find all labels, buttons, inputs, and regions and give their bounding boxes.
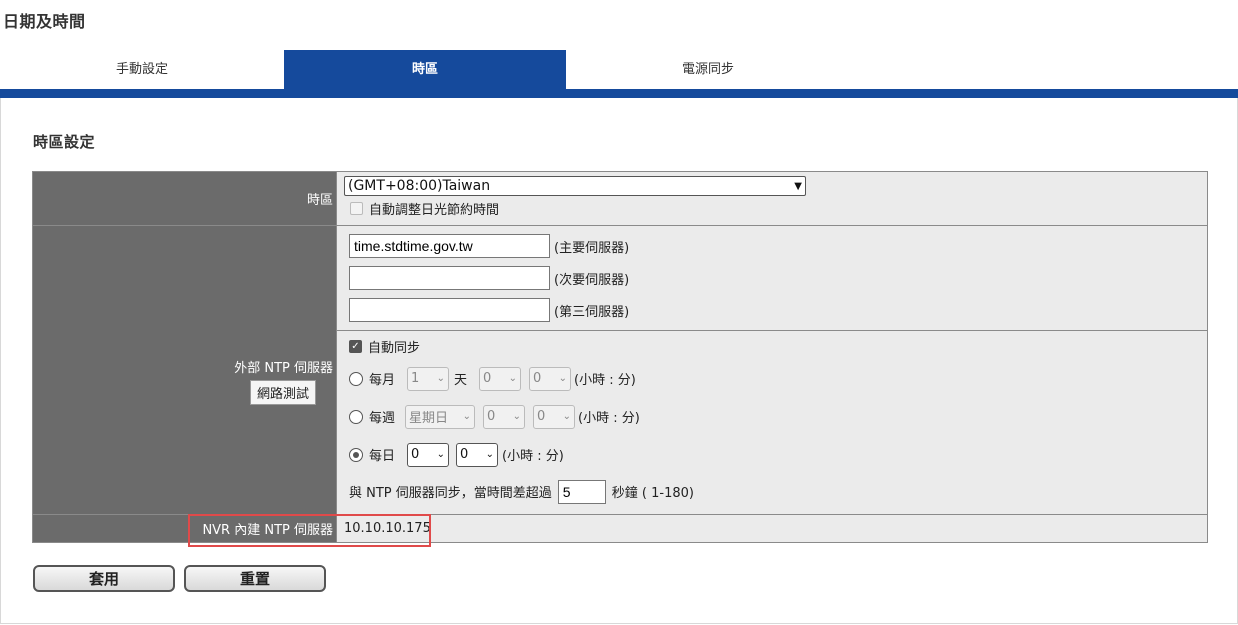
monthly-label: 每月 [369, 373, 396, 388]
monthly-minute-value: 0 [533, 371, 542, 386]
apply-button[interactable]: 套用 [33, 565, 175, 592]
internal-ntp-value: 10.10.10.175 [336, 514, 1208, 543]
weekly-hour-value: 0 [487, 409, 496, 424]
tab-power-sync[interactable]: 電源同步 [566, 50, 850, 89]
chevron-down-icon: ⌄ [485, 449, 495, 460]
timezone-label: 時區 [32, 171, 337, 226]
threshold-prefix: 與 NTP 伺服器同步，當時間差超過 [349, 486, 552, 501]
daily-minute-value: 0 [460, 447, 469, 462]
chevron-down-icon: ⌄ [436, 449, 446, 460]
tertiary-ntp-input[interactable] [349, 298, 550, 322]
threshold-suffix: 秒鐘 ( 1-180) [611, 486, 694, 501]
chevron-down-icon: ⌄ [512, 411, 522, 422]
threshold-input[interactable] [557, 479, 606, 504]
daily-radio[interactable] [349, 447, 363, 462]
chevron-down-icon: ▼ [794, 180, 802, 192]
monthly-day-select[interactable]: 1 ⌄ [407, 366, 450, 391]
section-title: 時區設定 [33, 133, 96, 151]
chevron-down-icon: ⌄ [436, 373, 446, 384]
secondary-ntp-label: (次要伺服器) [554, 272, 630, 288]
dst-label: 自動調整日光節約時間 [369, 203, 500, 218]
timezone-select-value: (GMT+08:00)Taiwan [348, 178, 491, 194]
weekly-label: 每週 [369, 411, 396, 426]
daily-unit: (小時 : 分) [502, 449, 564, 464]
tab-bar: 手動設定 時區 電源同步 [0, 50, 1238, 89]
primary-ntp-input[interactable] [349, 234, 550, 258]
ntp-label-cell: 外部 NTP 伺服器 網路測試 [32, 225, 337, 515]
monthly-minute-select[interactable]: 0 ⌄ [529, 366, 572, 391]
chevron-down-icon: ⌄ [462, 411, 472, 422]
tab-manual[interactable]: 手動設定 [0, 50, 284, 89]
reset-button[interactable]: 重置 [184, 565, 326, 592]
monthly-hour-value: 0 [483, 371, 492, 386]
chevron-down-icon: ⌄ [558, 373, 568, 384]
primary-ntp-label: (主要伺服器) [554, 240, 630, 256]
monthly-day-value: 1 [411, 371, 420, 386]
page-title: 日期及時間 [3, 12, 86, 31]
timezone-select[interactable]: (GMT+08:00)Taiwan ▼ [344, 176, 806, 196]
weekly-hour-select[interactable]: 0 ⌄ [483, 404, 526, 429]
weekly-minute-value: 0 [537, 409, 546, 424]
auto-sync-label: 自動同步 [368, 341, 421, 356]
tab-underline [0, 89, 1238, 98]
weekly-day-select[interactable]: 星期日 ⌄ [405, 404, 476, 429]
monthly-radio[interactable] [349, 371, 363, 386]
weekly-day-value: 星期日 [409, 411, 449, 426]
settings-table: 時區 (GMT+08:00)Taiwan ▼ 自動調整日光節約時間 外部 NTP… [32, 171, 1208, 543]
tab-timezone[interactable]: 時區 [284, 50, 566, 89]
secondary-ntp-input[interactable] [349, 266, 550, 290]
daily-hour-value: 0 [411, 447, 420, 462]
chevron-down-icon: ⌄ [562, 411, 572, 422]
weekly-unit: (小時 : 分) [578, 411, 640, 426]
daily-hour-select[interactable]: 0 ⌄ [407, 442, 450, 467]
auto-sync-checkbox[interactable]: ✓ [349, 340, 362, 353]
monthly-unit: (小時 : 分) [574, 373, 636, 388]
chevron-down-icon: ⌄ [508, 373, 518, 384]
dst-checkbox[interactable] [350, 202, 363, 215]
daily-minute-select[interactable]: 0 ⌄ [456, 442, 499, 467]
internal-ntp-label: NVR 內建 NTP 伺服器 [32, 514, 337, 543]
monthly-hour-select[interactable]: 0 ⌄ [479, 366, 522, 391]
daily-label: 每日 [369, 449, 396, 464]
tertiary-ntp-label: (第三伺服器) [554, 304, 630, 320]
ntp-label: 外部 NTP 伺服器 [234, 361, 333, 376]
network-test-button[interactable]: 網路測試 [249, 380, 316, 405]
weekly-minute-select[interactable]: 0 ⌄ [533, 404, 576, 429]
monthly-day-unit: 天 [454, 373, 468, 388]
weekly-radio[interactable] [349, 409, 363, 424]
